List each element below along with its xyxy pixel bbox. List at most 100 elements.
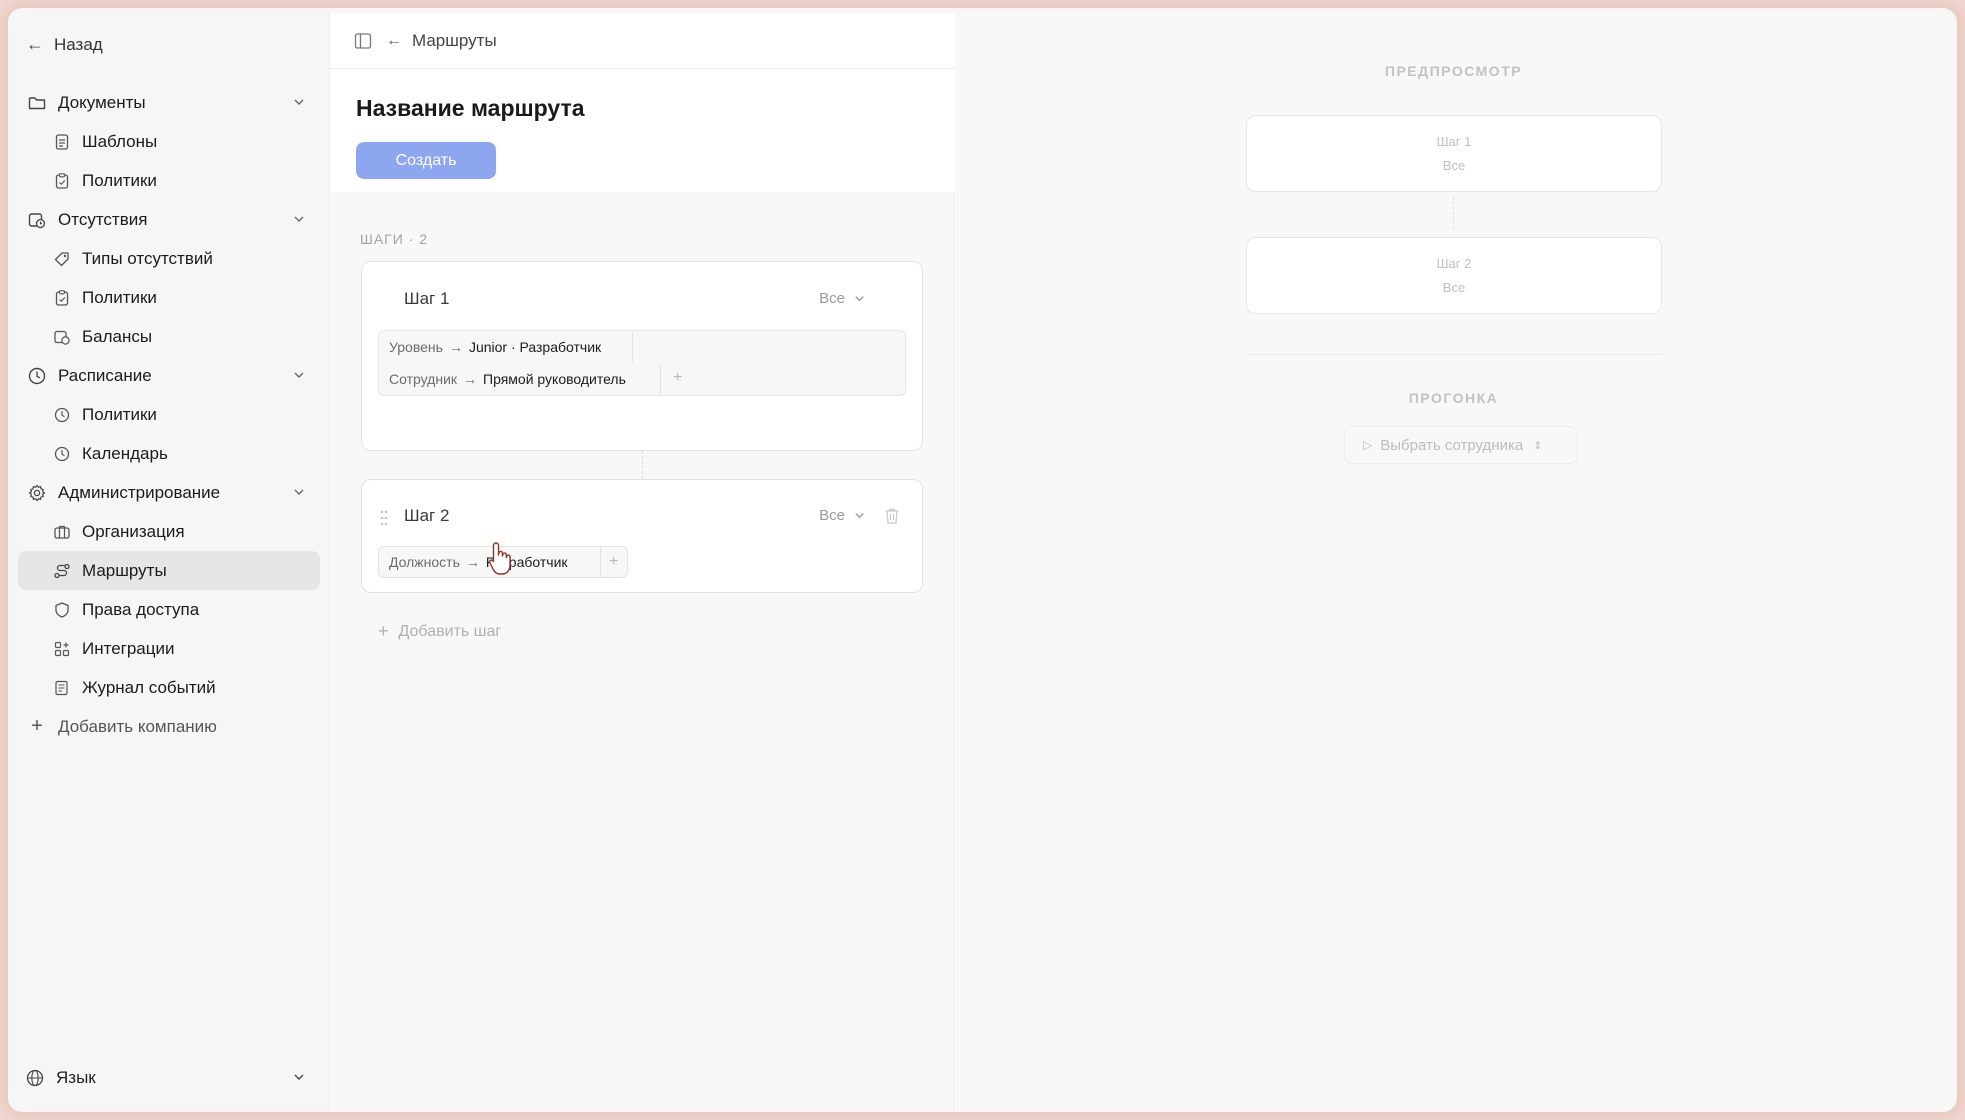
add-company-label: Добавить компанию [58,716,217,736]
arrow-right-icon: → [448,339,463,355]
condition-value: Junior · Разработчик [468,339,602,355]
trash-icon[interactable] [884,507,902,527]
sidebar-item-label: Маршруты [82,560,167,580]
language-selector[interactable]: Язык [26,1068,306,1088]
sidebar-item-templates[interactable]: Шаблоны [18,122,320,161]
add-condition-icon[interactable]: + [673,369,682,387]
chevron-down-icon [292,95,306,109]
condition-key: Уровень [389,339,443,355]
condition-chip[interactable]: Уровень → Junior · Разработчик [379,332,633,362]
route-editor: ← Маршруты Название маршрута Создать ШАГ… [329,13,955,1112]
calendar-clock-icon [28,211,46,229]
sidebar-item-absence-policies[interactable]: Политики [18,278,320,317]
steps-count-label: ШАГИ · 2 [360,231,429,247]
sidebar-group-documents[interactable]: Документы [18,83,320,122]
sidebar-group-administration[interactable]: Администрирование [18,473,320,512]
approval-mode-dropdown[interactable]: Все [819,507,866,524]
chevron-down-icon [292,485,306,499]
sidebar-nav: Документы Шаблоны Политики Отсутствия Ти… [18,83,320,746]
condition-chip[interactable]: Сотрудник → Прямой руководитель [379,364,661,394]
preview-panel: ПРЕДПРОСМОТР Шаг 1 Все Шаг 2 Все ПРОГОНК… [955,13,1952,1112]
step-connector [642,451,643,479]
sidebar-item-label: Политики [82,287,157,307]
sidebar-toggle-icon[interactable] [354,32,372,50]
folder-icon [28,94,46,112]
select-employee-dropdown[interactable]: ▷ Выбрать сотрудника ⇕ [1344,426,1578,464]
shield-icon [54,601,70,618]
pointer-cursor-icon [488,541,514,577]
preview-step-title: Шаг 2 [1436,256,1472,271]
step-card[interactable]: Шаг 1 Все Уровень → Junior · Разработчик… [361,261,923,451]
sidebar-item-label: Календарь [82,443,168,463]
approval-mode-value: Все [819,507,845,524]
sidebar: ← Назад Документы Шаблоны Политики Отсут… [8,8,328,1112]
step-card[interactable]: Шаг 2 Все Должность → Разработчик + [361,479,923,593]
conditions-box: Уровень → Junior · Разработчик Сотрудник… [378,330,906,396]
language-label: Язык [56,1068,96,1087]
divider [1246,354,1662,355]
app-window: ← Назад Документы Шаблоны Политики Отсут… [8,8,1957,1112]
sidebar-item-calendar[interactable]: Календарь [18,434,320,473]
sidebar-group-label: Администрирование [58,482,221,502]
step-title[interactable]: Шаг 2 [404,506,449,526]
preview-step-card: Шаг 1 Все [1246,115,1662,192]
arrow-left-icon[interactable]: ← [386,32,402,50]
sidebar-group-schedule[interactable]: Расписание [18,356,320,395]
arrow-right-icon: → [463,371,478,387]
chevron-down-icon [853,292,866,305]
page-title[interactable]: Название маршрута [356,95,585,122]
sidebar-item-routes[interactable]: Маршруты [18,551,320,590]
sidebar-group-label: Отсутствия [58,209,148,229]
preview-step-sub: Все [1442,280,1466,295]
breadcrumb[interactable]: Маршруты [412,31,497,51]
globe-icon [26,1069,44,1087]
drag-handle-icon[interactable] [379,509,389,527]
sidebar-item-access-rights[interactable]: Права доступа [18,590,320,629]
condition-key: Сотрудник [389,371,458,387]
preview-label: ПРЕДПРОСМОТР [1384,63,1523,79]
sidebar-item-label: Шаблоны [82,131,158,151]
plus-icon: + [31,715,43,737]
chevron-down-icon [292,212,306,226]
add-company-button[interactable]: + Добавить компанию [18,707,320,746]
document-icon [54,133,70,150]
play-icon: ▷ [1363,438,1373,452]
sidebar-item-integrations[interactable]: Интеграции [18,629,320,668]
sidebar-item-label: Права доступа [82,599,200,619]
chip-divider [600,547,601,577]
sidebar-item-schedule-policies[interactable]: Политики [18,395,320,434]
arrow-left-icon: ← [26,34,44,54]
approval-mode-value: Все [819,290,845,307]
approval-mode-dropdown[interactable]: Все [819,290,866,307]
tag-icon [54,251,70,267]
back-label: Назад [54,34,103,54]
sidebar-item-event-log[interactable]: Журнал событий [18,668,320,707]
back-button[interactable]: ← Назад [26,34,103,55]
chevron-down-icon [292,368,306,382]
sidebar-group-label: Расписание [58,365,152,385]
sidebar-item-organization[interactable]: Организация [18,512,320,551]
sidebar-item-label: Балансы [82,326,153,346]
preview-step-sub: Все [1442,158,1466,173]
clock-icon [54,446,70,462]
condition-value: Прямой руководитель [483,371,626,387]
sidebar-item-policies[interactable]: Политики [18,161,320,200]
sidebar-item-absence-types[interactable]: Типы отсутствий [18,239,320,278]
create-button[interactable]: Создать [356,142,496,179]
grid-plus-icon [54,641,70,657]
sidebar-item-label: Политики [82,170,157,190]
gear-icon [28,484,46,502]
clock-icon [54,407,70,423]
sidebar-item-label: Организация [82,521,185,541]
add-step-button[interactable]: + Добавить шаг [378,621,501,642]
sidebar-group-absences[interactable]: Отсутствия [18,200,320,239]
calendar-clock-icon [54,329,70,345]
clipboard-icon [54,172,70,189]
clipboard-icon [54,289,70,306]
select-employee-label: Выбрать сотрудника [1380,436,1524,454]
add-condition-icon[interactable]: + [609,553,618,571]
sidebar-item-balances[interactable]: Балансы [18,317,320,356]
condition-key: Должность [389,554,460,570]
sidebar-group-label: Документы [58,92,146,112]
step-title[interactable]: Шаг 1 [404,289,449,309]
